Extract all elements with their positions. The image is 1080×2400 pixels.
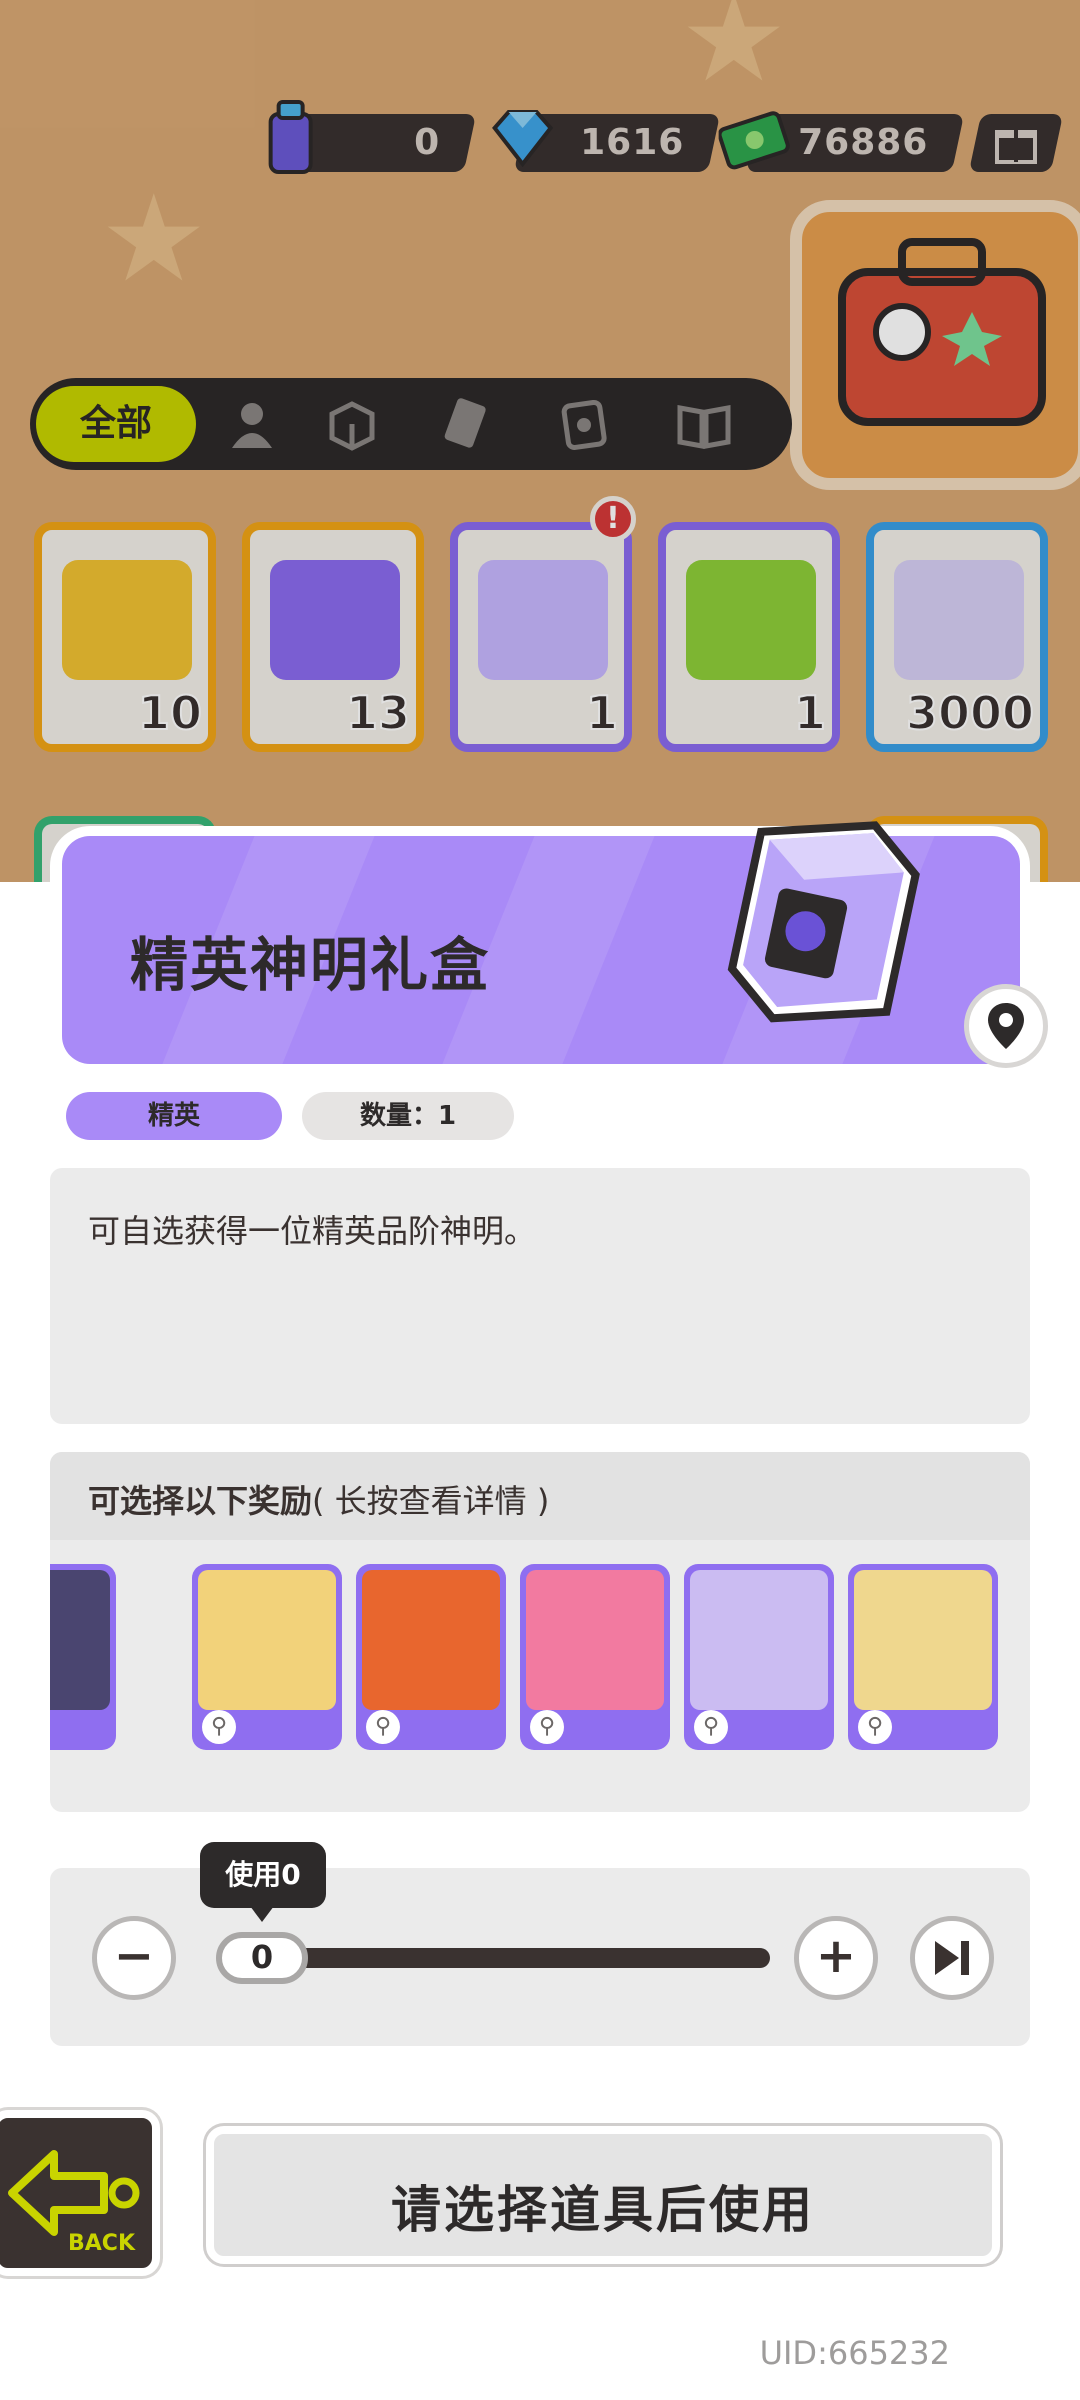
rewards-scroll-row[interactable]: ⚲ ⚲ ⚲ ⚲ ⚲	[50, 1564, 1030, 1764]
use-count-tooltip: 使用0	[200, 1842, 326, 1922]
god-portrait	[198, 1570, 336, 1710]
reward-option[interactable]: ⚲	[520, 1564, 670, 1750]
use-item-label: 请选择道具后使用	[391, 2181, 815, 2239]
god-portrait	[854, 1570, 992, 1710]
quantity-slider-track[interactable]	[250, 1948, 770, 1968]
reward-option[interactable]: ⚲	[848, 1564, 998, 1750]
rewards-title-text: 可选择以下奖励	[88, 1482, 313, 1520]
description-box: 可自选获得一位精英品阶神明。	[50, 1168, 1030, 1424]
back-button[interactable]: BACK	[0, 2110, 160, 2276]
item-description: 可自选获得一位精英品阶神明。	[88, 1212, 537, 1250]
back-arrow-icon: BACK	[8, 2150, 140, 2256]
reward-option[interactable]	[50, 1564, 116, 1750]
god-portrait	[362, 1570, 500, 1710]
max-button[interactable]	[910, 1916, 994, 2000]
skip-to-max-icon	[935, 1941, 969, 1975]
rewards-panel: 可选择以下奖励( 长按查看详情 ) ⚲ ⚲ ⚲ ⚲ ⚲	[50, 1452, 1030, 1812]
item-title: 精英神明礼盒	[130, 931, 491, 999]
increase-button[interactable]: +	[794, 1916, 878, 2000]
quantity-slider-knob[interactable]: 0	[216, 1932, 308, 1984]
rewards-hint: ( 长按查看详情 )	[312, 1482, 550, 1520]
god-portrait	[690, 1570, 828, 1710]
map-pin-icon	[988, 1003, 1024, 1049]
reward-option[interactable]: ⚲	[684, 1564, 834, 1750]
back-label: BACK	[68, 2231, 136, 2256]
key-icon: ⚲	[366, 1710, 400, 1744]
key-icon: ⚲	[202, 1710, 236, 1744]
user-id: UID:665232	[759, 2334, 950, 2372]
gift-box-item-image	[727, 821, 920, 1023]
reward-option[interactable]: ⚲	[192, 1564, 342, 1750]
rewards-title: 可选择以下奖励( 长按查看详情 )	[88, 1476, 549, 1522]
rarity-tag: 精英	[66, 1092, 282, 1140]
key-icon: ⚲	[694, 1710, 728, 1744]
god-portrait	[50, 1570, 110, 1710]
key-icon: ⚲	[530, 1710, 564, 1744]
quantity-tag: 数量：1	[302, 1092, 514, 1140]
locate-button[interactable]	[964, 984, 1048, 1068]
decrease-button[interactable]: −	[92, 1916, 176, 2000]
rewards-header: 可选择以下奖励( 长按查看详情 )	[50, 1452, 1030, 1540]
reward-option[interactable]: ⚲	[356, 1564, 506, 1750]
god-portrait	[526, 1570, 664, 1710]
key-icon: ⚲	[858, 1710, 892, 1744]
modal-overlay[interactable]	[0, 0, 1080, 882]
use-item-button[interactable]: 请选择道具后使用	[206, 2126, 1000, 2264]
